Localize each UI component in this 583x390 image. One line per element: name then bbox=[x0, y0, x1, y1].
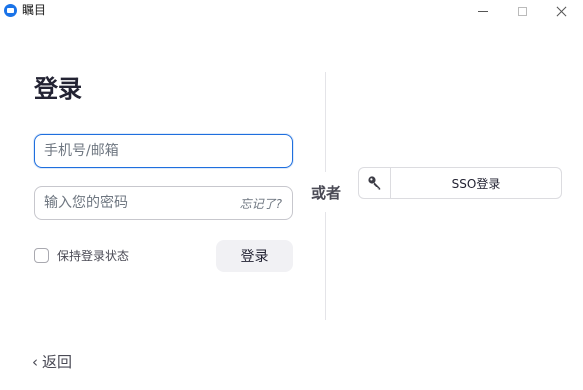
maximize-icon bbox=[517, 6, 527, 16]
or-label: 或者 bbox=[310, 184, 341, 202]
chevron-left-icon: ‹ bbox=[32, 353, 38, 371]
minimize-icon bbox=[478, 10, 488, 12]
sso-login-button[interactable]: SSO登录 bbox=[358, 167, 562, 199]
forgot-password-link[interactable]: 忘记了? bbox=[240, 195, 292, 212]
page-title: 登录 bbox=[34, 75, 82, 103]
password-field[interactable]: 忘记了? bbox=[34, 186, 293, 220]
login-button[interactable]: 登录 bbox=[216, 240, 293, 272]
key-icon bbox=[367, 176, 380, 190]
password-input[interactable] bbox=[35, 187, 240, 219]
minimize-button[interactable] bbox=[461, 0, 505, 22]
title-bar: 瞩目 bbox=[0, 0, 583, 22]
account-field[interactable] bbox=[34, 134, 293, 168]
app-logo-icon bbox=[4, 4, 17, 17]
remember-me[interactable]: 保持登录状态 bbox=[34, 247, 129, 264]
remember-label: 保持登录状态 bbox=[57, 249, 130, 263]
remember-checkbox[interactable] bbox=[34, 248, 49, 263]
divider-top bbox=[325, 72, 326, 172]
back-link[interactable]: ‹ 返回 bbox=[32, 352, 72, 372]
back-label: 返回 bbox=[42, 353, 73, 371]
sso-icon-box bbox=[359, 168, 391, 198]
account-input[interactable] bbox=[35, 135, 292, 167]
maximize-button[interactable] bbox=[500, 0, 544, 22]
divider-bottom bbox=[325, 212, 326, 320]
close-button[interactable] bbox=[539, 0, 583, 22]
window-title: 瞩目 bbox=[22, 3, 47, 17]
sso-label: SSO登录 bbox=[451, 176, 501, 191]
close-icon bbox=[556, 6, 567, 17]
